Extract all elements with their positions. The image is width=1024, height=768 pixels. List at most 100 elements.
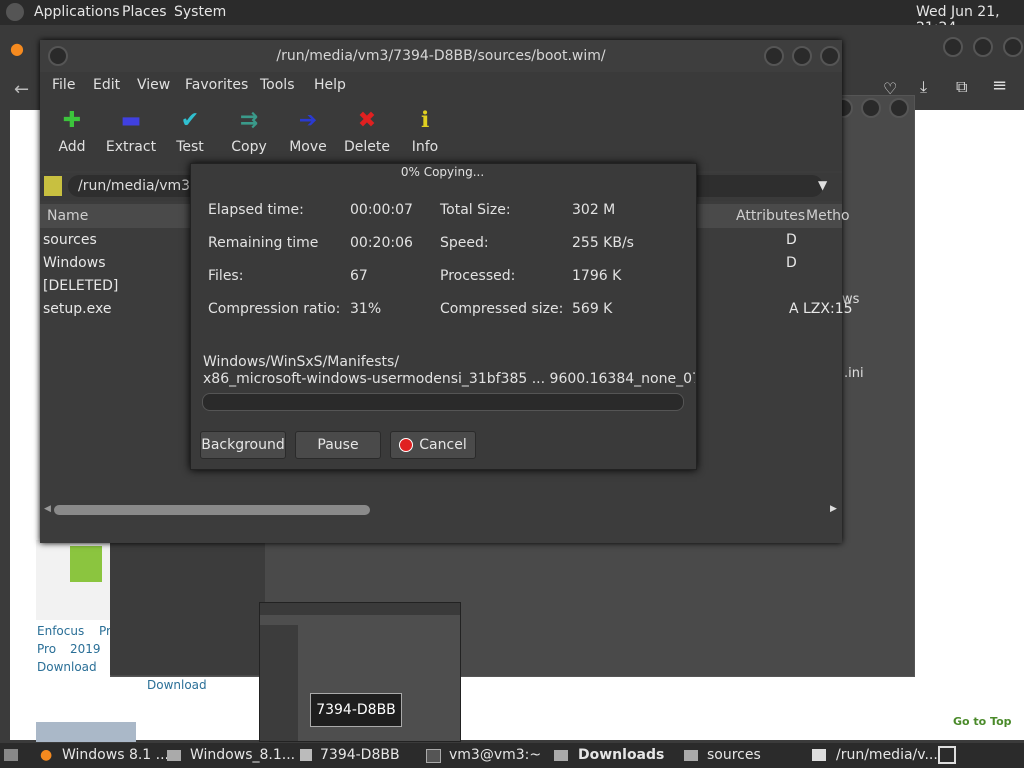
sources-folder-icon — [684, 750, 698, 761]
total-size-label: Total Size: — [440, 202, 511, 218]
fm-maximize-icon[interactable] — [861, 98, 881, 118]
remaining-value: 00:20:06 — [350, 235, 413, 251]
firefox-icon[interactable]: ● — [10, 39, 24, 58]
menu-tools[interactable]: Tools — [260, 77, 295, 93]
info-button[interactable]: ℹ Info — [397, 99, 453, 155]
preview-sidebar — [260, 625, 298, 741]
extract-button[interactable]: ▬ Extract — [103, 99, 159, 155]
web-link-enfocus[interactable]: Enfocus — [37, 624, 84, 638]
menu-help[interactable]: Help — [314, 77, 346, 93]
show-desktop-icon[interactable] — [4, 749, 18, 761]
archive-window-titlebar[interactable]: /run/media/vm3/7394-D8BB/sources/boot.wi… — [40, 40, 842, 72]
system-logo-icon[interactable] — [6, 3, 24, 21]
window-maximize-icon[interactable] — [973, 37, 993, 57]
path-dropdown-icon[interactable]: ▼ — [818, 178, 827, 192]
taskbar-tooltip: 7394-D8BB — [310, 693, 402, 727]
web-link-download[interactable]: Download — [37, 660, 97, 674]
window-title: /run/media/vm3/7394-D8BB/sources/boot.wi… — [276, 48, 606, 64]
info-icon: ℹ — [420, 108, 430, 133]
web-link-download-2[interactable]: Download — [147, 678, 207, 692]
compressed-label: Compressed size: — [440, 301, 564, 317]
speed-value: 255 KB/s — [572, 235, 634, 251]
current-file: x86_microsoft-windows-usermodensi_31bf38… — [203, 371, 695, 387]
speed-label: Speed: — [440, 235, 489, 251]
elapsed-value: 00:00:07 — [350, 202, 413, 218]
window-close-icon[interactable] — [1003, 37, 1023, 57]
menu-favorites[interactable]: Favorites — [185, 77, 248, 93]
task-downloads[interactable]: Downloads — [578, 747, 664, 763]
files-label: Files: — [208, 268, 244, 284]
file-manager-sidebar — [110, 540, 265, 675]
column-attributes[interactable]: Attributes — [736, 208, 805, 224]
task-sources[interactable]: sources — [707, 747, 761, 763]
extensions-icon[interactable]: ⧉ — [956, 77, 967, 97]
files-value: 67 — [350, 268, 368, 284]
firefox-task-icon: ● — [40, 747, 53, 763]
task-windows81-folder[interactable]: Windows_8.1... — [190, 747, 295, 763]
window-minimize-icon[interactable] — [943, 37, 963, 57]
system-menu[interactable]: System — [174, 4, 226, 20]
column-method[interactable]: Metho — [806, 208, 850, 224]
pitstop-logo-icon — [70, 546, 102, 582]
copy-button[interactable]: ⇉ Copy — [221, 99, 277, 155]
arrow-right-icon: ➔ — [298, 108, 318, 133]
x-icon: ✖ — [357, 108, 377, 133]
top-panel: Applications Places System Wed Jun 21, 2… — [0, 0, 1024, 36]
workspace-switcher-icon[interactable] — [938, 746, 956, 764]
taskbar: ● Windows 8.1 ... Windows_8.1... 7394-D8… — [0, 743, 1024, 768]
scrollbar-thumb[interactable] — [54, 505, 370, 515]
archive-close-icon[interactable] — [820, 46, 840, 66]
dialog-title: 0% Copying... — [400, 165, 485, 179]
fm-close-icon[interactable] — [889, 98, 909, 118]
downloads-folder-icon — [554, 750, 568, 761]
product-thumbnail[interactable] — [36, 540, 110, 620]
archive-maximize-icon[interactable] — [792, 46, 812, 66]
download-icon[interactable]: ⤓ — [920, 77, 927, 97]
pause-button[interactable]: Pause — [295, 431, 381, 459]
menu-edit[interactable]: Edit — [93, 77, 120, 93]
up-folder-icon[interactable] — [44, 176, 62, 196]
column-name[interactable]: Name — [47, 208, 88, 224]
task-7394-d8bb[interactable]: 7394-D8BB — [320, 747, 400, 763]
hamburger-menu-icon[interactable]: ≡ — [992, 75, 1007, 96]
scroll-left-icon[interactable]: ◀ — [44, 504, 51, 514]
background-button[interactable]: Background — [200, 431, 286, 459]
compressed-value: 569 K — [572, 301, 613, 317]
menu-view[interactable]: View — [137, 77, 170, 93]
menu-file[interactable]: File — [52, 77, 75, 93]
archive-minimize-icon[interactable] — [764, 46, 784, 66]
add-button[interactable]: ✚ Add — [44, 99, 100, 155]
menubar: File Edit View Favorites Tools Help — [40, 72, 842, 99]
archive-icon — [300, 749, 312, 761]
copy-arrows-icon: ⇉ — [239, 108, 259, 133]
archive-manager-icon — [812, 749, 826, 761]
scroll-right-icon[interactable]: ▶ — [830, 504, 837, 514]
folder-icon — [167, 750, 181, 761]
places-menu[interactable]: Places — [122, 4, 167, 20]
processed-value: 1796 K — [572, 268, 622, 284]
processed-label: Processed: — [440, 268, 516, 284]
window-menu-icon[interactable] — [48, 46, 68, 66]
back-icon[interactable]: ← — [14, 79, 29, 100]
progress-bar — [202, 393, 684, 411]
test-button[interactable]: ✔ Test — [162, 99, 218, 155]
toolbar: ✚ Add ▬ Extract ✔ Test ⇉ Copy ➔ Move ✖ D… — [40, 99, 842, 171]
cancel-button[interactable]: Cancel — [390, 431, 476, 459]
task-windows81[interactable]: Windows 8.1 ... — [62, 747, 169, 763]
move-button[interactable]: ➔ Move — [280, 99, 336, 155]
check-icon: ✔ — [180, 108, 200, 133]
go-to-top-link[interactable]: Go to Top — [953, 715, 1012, 728]
applications-menu[interactable]: Applications — [34, 4, 120, 20]
cancel-icon — [399, 438, 414, 452]
preview-titlebar — [260, 603, 460, 615]
task-terminal[interactable]: vm3@vm3:~ — [449, 747, 541, 763]
delete-button[interactable]: ✖ Delete — [339, 99, 395, 155]
remaining-label: Remaining time — [208, 235, 319, 251]
web-link-year[interactable]: 2019 — [70, 642, 101, 656]
task-run-media[interactable]: /run/media/v... — [836, 747, 938, 763]
minus-icon: ▬ — [120, 108, 142, 133]
current-path: Windows/WinSxS/Manifests/ — [203, 354, 400, 370]
product-image[interactable] — [36, 722, 136, 742]
elapsed-label: Elapsed time: — [208, 202, 304, 218]
web-link-pro[interactable]: Pro — [37, 642, 56, 656]
